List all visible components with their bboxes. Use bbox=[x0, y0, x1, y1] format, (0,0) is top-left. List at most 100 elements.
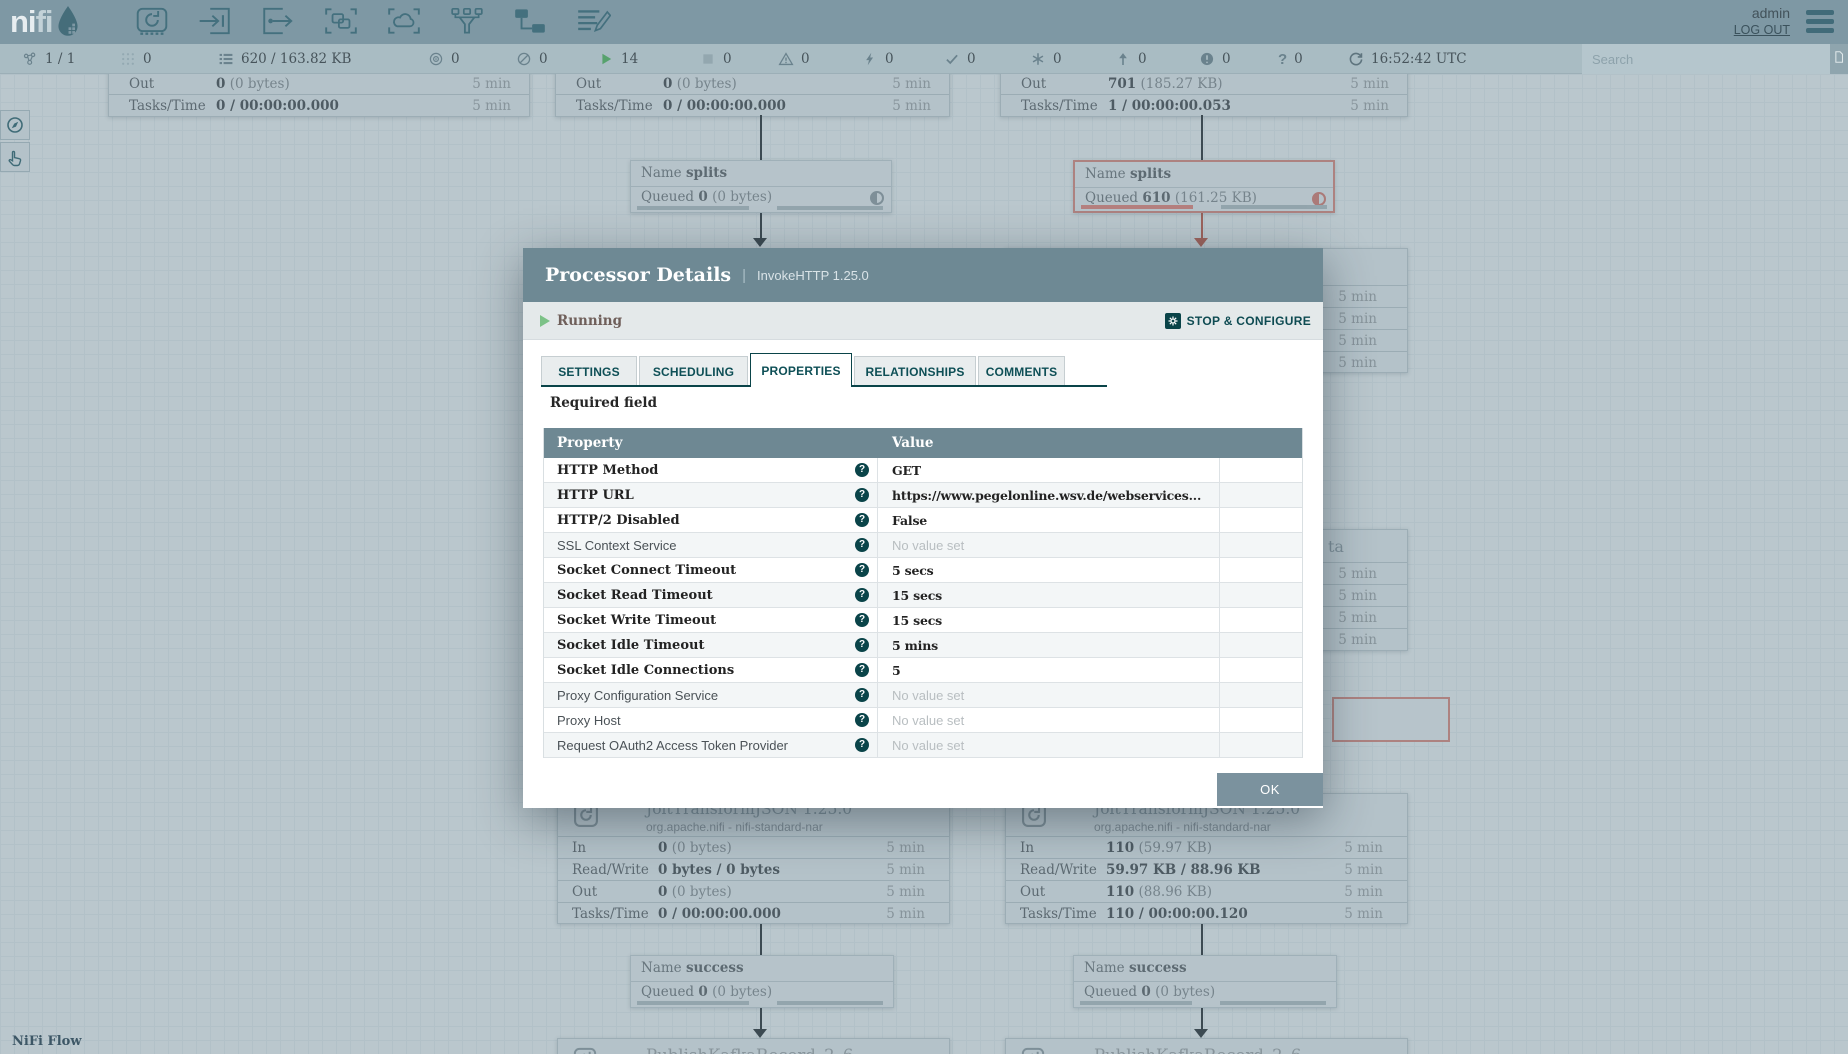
property-name: Socket Write Timeout bbox=[557, 613, 855, 628]
property-value: 5 secs bbox=[892, 563, 934, 578]
up-to-date-icon bbox=[944, 51, 960, 67]
connection-line bbox=[760, 213, 762, 239]
stat-row: Read/Write0 bytes / 0 bytes5 min bbox=[558, 858, 949, 880]
stat-row: Tasks/Time110 / 00:00:00.1205 min bbox=[1006, 902, 1407, 924]
menu-icon[interactable] bbox=[1806, 10, 1834, 33]
tab-scheduling[interactable]: SCHEDULING bbox=[639, 356, 748, 387]
logout-link[interactable]: LOG OUT bbox=[1734, 23, 1790, 37]
running-icon bbox=[598, 51, 614, 67]
navigate-palette-toggle[interactable] bbox=[0, 110, 30, 140]
refresh-icon[interactable] bbox=[1348, 51, 1364, 67]
help-icon[interactable]: ? bbox=[855, 688, 869, 702]
processor[interactable]: PublishKafkaRecord_2_6 bbox=[1005, 1038, 1408, 1054]
property-value: 5 mins bbox=[892, 638, 938, 653]
stat-row: Tasks/Time0 / 00:00:00.0005 min bbox=[558, 902, 949, 924]
stopped-icon bbox=[700, 51, 716, 67]
connection-label-backpressure[interactable] bbox=[1332, 697, 1450, 742]
stop-and-configure-button[interactable]: STOP & CONFIGURE bbox=[1165, 302, 1311, 340]
connection-line bbox=[1201, 1008, 1203, 1031]
table-row: Socket Write Timeout?15 secs bbox=[544, 608, 1302, 633]
processor-bundle: org.apache.nifi - nifi-standard-nar bbox=[1094, 820, 1271, 834]
help-icon[interactable]: ? bbox=[855, 463, 869, 477]
nifi-app: nifi admin LOG OUT 1 / 10620 / 163.82 KB… bbox=[0, 0, 1848, 1054]
port-grid-icon bbox=[120, 51, 136, 67]
running-icon bbox=[540, 315, 550, 327]
connection-label[interactable]: Name success Queued 0 (0 bytes) bbox=[1073, 955, 1337, 1008]
required-field-label: Required field bbox=[550, 395, 657, 411]
status-corner-button[interactable] bbox=[1830, 44, 1848, 74]
connection-arrow bbox=[753, 238, 767, 247]
template-icon[interactable] bbox=[512, 6, 548, 38]
connection-label-backpressure[interactable]: Name splits Queued 610 (161.25 KB) bbox=[1073, 160, 1335, 213]
help-icon[interactable]: ? bbox=[855, 488, 869, 502]
processor-stats-box[interactable]: Out701 (185.27 KB)5 minTasks/Time1 / 00:… bbox=[1000, 74, 1408, 117]
status-item-locally-modified: 0 bbox=[1030, 44, 1062, 74]
processor-stats-box[interactable]: Out0 (0 bytes)5 minTasks/Time0 / 00:00:0… bbox=[108, 74, 530, 117]
status-item-running: 14 bbox=[598, 44, 638, 74]
help-icon[interactable]: ? bbox=[855, 563, 869, 577]
property-name: HTTP/2 Disabled bbox=[557, 513, 855, 528]
funnel-icon[interactable] bbox=[449, 6, 485, 38]
table-header: Property Value bbox=[544, 428, 1302, 458]
property-name: HTTP Method bbox=[557, 463, 855, 478]
status-item-not-transmitting: 0 bbox=[516, 44, 548, 74]
output-port-icon[interactable] bbox=[260, 6, 296, 38]
connection-line bbox=[760, 1008, 762, 1031]
help-icon[interactable]: ? bbox=[855, 713, 869, 727]
search-box[interactable] bbox=[1582, 44, 1830, 74]
tab-properties[interactable]: PROPERTIES bbox=[750, 353, 852, 387]
search-input[interactable] bbox=[1582, 44, 1830, 74]
disabled-icon bbox=[862, 51, 878, 67]
status-count: 0 bbox=[885, 51, 894, 67]
top-toolbar: nifi admin LOG OUT bbox=[0, 0, 1848, 44]
connection-label[interactable]: Name splits Queued 0 (0 bytes) bbox=[630, 160, 892, 213]
property-value: 15 secs bbox=[892, 588, 942, 603]
processor-type-icon bbox=[1020, 1046, 1046, 1054]
processor[interactable]: PublishKafkaRecord_2_6 bbox=[557, 1038, 950, 1054]
property-name: Request OAuth2 Access Token Provider bbox=[557, 738, 855, 753]
tab-relationships[interactable]: RELATIONSHIPS bbox=[854, 356, 976, 387]
user-area: admin LOG OUT bbox=[1734, 5, 1790, 37]
transmitting-icon bbox=[428, 51, 444, 67]
label-icon[interactable] bbox=[575, 6, 611, 38]
processor-icon[interactable] bbox=[134, 6, 170, 38]
table-row: Proxy Host?No value set bbox=[544, 708, 1302, 733]
column-header-value: Value bbox=[878, 435, 1302, 451]
stale-icon bbox=[1115, 51, 1131, 67]
status-count: 0 bbox=[723, 51, 732, 67]
processor[interactable]: JoltTransformJSON 1.25.0 org.apache.nifi… bbox=[557, 793, 950, 924]
help-icon[interactable]: ? bbox=[855, 663, 869, 677]
help-icon[interactable]: ? bbox=[855, 513, 869, 527]
status-item-disabled: 0 bbox=[862, 44, 894, 74]
input-port-icon[interactable] bbox=[197, 6, 233, 38]
tab-settings[interactable]: SETTINGS bbox=[541, 356, 637, 387]
status-item-invalid: 0 bbox=[778, 44, 810, 74]
property-name: HTTP URL bbox=[557, 488, 855, 503]
processor-stats-box[interactable]: Out0 (0 bytes)5 minTasks/Time0 / 00:00:0… bbox=[555, 74, 950, 117]
breadcrumb[interactable]: NiFi Flow bbox=[12, 1034, 82, 1049]
status-count: 14 bbox=[621, 51, 638, 67]
help-icon[interactable]: ? bbox=[855, 638, 869, 652]
help-icon[interactable]: ? bbox=[855, 588, 869, 602]
properties-table: Property Value HTTP Method?GETHTTP URL?h… bbox=[543, 428, 1303, 758]
process-group-icon[interactable] bbox=[323, 6, 359, 38]
connection-line bbox=[760, 924, 762, 955]
refresh-status[interactable]: 16:52:42 UTC bbox=[1348, 44, 1467, 74]
connection-label[interactable]: Name success Queued 0 (0 bytes) bbox=[630, 955, 894, 1008]
cluster-icon bbox=[22, 51, 38, 67]
processor[interactable]: JoltTransformJSON 1.25.0 org.apache.nifi… bbox=[1005, 793, 1408, 924]
status-item-transmitting: 0 bbox=[428, 44, 460, 74]
help-icon[interactable]: ? bbox=[855, 613, 869, 627]
load-balance-icon bbox=[1312, 192, 1326, 206]
help-icon[interactable]: ? bbox=[855, 538, 869, 552]
status-item-stale: 0 bbox=[1115, 44, 1147, 74]
ok-button[interactable]: OK bbox=[1217, 773, 1323, 806]
tab-comments[interactable]: COMMENTS bbox=[978, 356, 1065, 387]
remote-process-group-icon[interactable] bbox=[386, 6, 422, 38]
property-value: No value set bbox=[892, 738, 964, 753]
processor-bundle: org.apache.nifi - nifi-standard-nar bbox=[646, 820, 823, 834]
help-icon[interactable]: ? bbox=[855, 738, 869, 752]
connection-arrow bbox=[1194, 1029, 1208, 1038]
operate-palette-toggle[interactable] bbox=[0, 142, 30, 172]
title-separator: | bbox=[742, 267, 746, 284]
